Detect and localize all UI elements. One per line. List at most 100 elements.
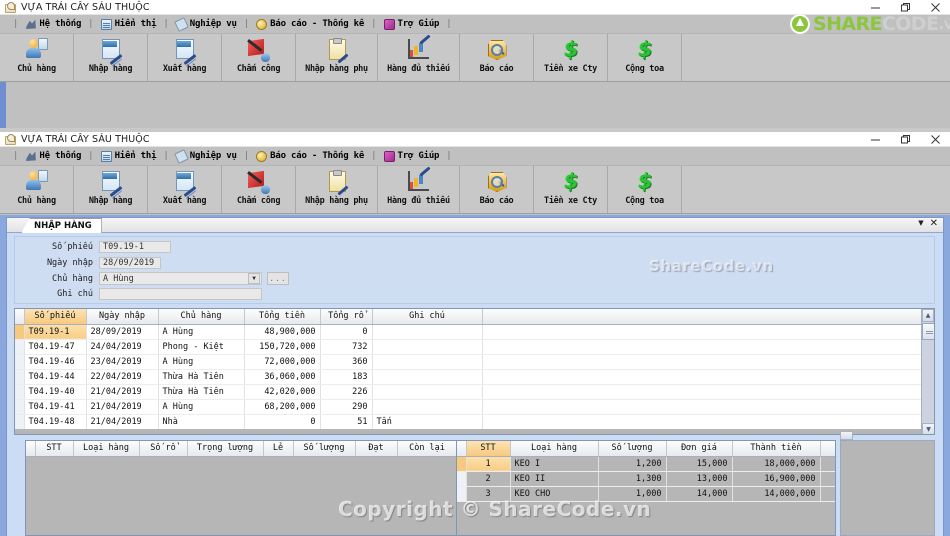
tab-nhap-hang[interactable]: NHẬP HÀNG <box>21 218 102 233</box>
col-so-phieu[interactable]: Số phiếu <box>24 309 87 325</box>
toolbar-button-hang-du-thieu[interactable]: Hàng đủ thiếu <box>378 34 460 81</box>
table-row[interactable]: T04.19-40 21/04/2019 Thừa Hà Tiên 42,020… <box>15 384 923 400</box>
menu-item-bao-cao-thong-ke[interactable]: Báo cáo - Thống kê <box>256 18 364 30</box>
menu-separator: | <box>88 151 94 161</box>
grid-main[interactable]: Số phiếu Ngày nhập Chủ hàng Tổng tiền Tổ… <box>15 309 923 430</box>
col-loai-hang[interactable]: Loại hàng <box>73 441 140 457</box>
toolbar-button-bao-cao[interactable]: Báo cáo <box>460 34 534 81</box>
browse-chu-hang-button[interactable]: ... <box>267 272 289 285</box>
row-marker[interactable] <box>15 399 25 415</box>
menu-item-bao-cao-thong-ke[interactable]: Báo cáo - Thống kê <box>256 150 364 162</box>
row-marker[interactable] <box>15 324 25 340</box>
minimize-icon[interactable] <box>860 132 890 147</box>
col-le[interactable]: Lẻ <box>263 441 294 457</box>
grid-right-header-row: STT Loại hàng Số lượng Đơn giá Thành tiề… <box>457 441 835 457</box>
menu-item-hien-thi[interactable]: Hiển thị <box>100 150 157 162</box>
toolbar-button-chu-hang[interactable]: Chủ hàng <box>0 166 74 213</box>
help-icon <box>383 18 395 30</box>
menu-item-tro-giup[interactable]: Trợ Giúp <box>383 18 439 30</box>
table-row[interactable]: 3 KEO CHO 1,000 14,000 14,000,000 <box>457 486 835 502</box>
table-row[interactable]: T04.19-48 21/04/2019 Nhà 0 51 Tấn <box>15 414 923 430</box>
col-dat[interactable]: Đạt <box>355 441 398 457</box>
toolbar-button-nhap-hang[interactable]: Nhập hàng <box>74 166 148 213</box>
col-stt[interactable]: STT <box>35 441 74 457</box>
table-row[interactable]: 1 KEO I 1,200 15,000 18,000,000 <box>457 456 835 472</box>
grid-left[interactable]: STT Loại hàng Số rổ Trọng lượng Lẻ Số lư… <box>26 441 477 457</box>
row-marker[interactable] <box>15 339 25 355</box>
close-icon[interactable]: ✕ <box>930 219 938 229</box>
col-so-luong[interactable]: Số lượng <box>293 441 356 457</box>
row-marker[interactable] <box>15 384 25 400</box>
input-so-phieu[interactable]: T09.19-1 <box>99 241 171 253</box>
toolbar-button-bao-cao[interactable]: Báo cáo <box>460 166 534 213</box>
toolbar-button-nhap-hang[interactable]: Nhập hàng <box>74 34 148 81</box>
menu-item-tro-giup[interactable]: Trợ Giúp <box>383 150 439 162</box>
cell-chu-hang: A Hùng <box>158 399 245 415</box>
col-tong-tien[interactable]: Tổng tiền <box>244 309 321 325</box>
cell-tong-tien: 36,060,000 <box>244 369 321 385</box>
scroll-up-icon[interactable]: ▲ <box>922 309 934 322</box>
menu-item-he-thong[interactable]: Hệ thống <box>25 151 81 162</box>
toolbar-button-nhap-hang-phu[interactable]: Nhập hàng phụ <box>296 34 378 81</box>
tab-label: NHẬP HÀNG <box>34 221 92 231</box>
row-marker-header <box>15 309 25 325</box>
col-tong-ro[interactable]: Tổng rổ <box>320 309 373 325</box>
menu-separator: | <box>371 19 377 29</box>
col-don-gia[interactable]: Đơn giá <box>666 441 733 457</box>
row-marker[interactable] <box>15 414 25 430</box>
menu-label: Hiển thị <box>114 19 157 29</box>
row-marker[interactable] <box>15 369 25 385</box>
row-marker[interactable] <box>457 456 467 472</box>
toolbar-button-cong-toa[interactable]: Cộng toa <box>608 34 682 81</box>
row-marker[interactable] <box>457 471 467 487</box>
cell-filler <box>482 354 923 370</box>
toolbar-button-nhap-hang-phu[interactable]: Nhập hàng phụ <box>296 166 378 213</box>
grid-right[interactable]: STT Loại hàng Số lượng Đơn giá Thành tiề… <box>457 441 835 502</box>
chevron-down-icon[interactable]: ▼ <box>918 219 923 228</box>
toolbar-button-xuat-hang[interactable]: Xuất hàng <box>148 34 222 81</box>
menu-item-nghiep-vu[interactable]: Nghiệp vụ <box>173 148 237 164</box>
scroll-down-icon[interactable]: ▼ <box>922 423 934 434</box>
col-thanh-tien[interactable]: Thành tiền <box>732 441 821 457</box>
col-loai-hang[interactable]: Loại hàng <box>510 441 599 457</box>
input-ngay-nhap[interactable]: 28/09/2019 <box>99 257 161 269</box>
input-ghi-chu[interactable] <box>99 288 262 300</box>
cell-tong-ro: 0 <box>320 324 373 340</box>
maximize-icon[interactable] <box>890 132 920 147</box>
toolbar-button-cham-cong[interactable]: Chấm công <box>222 34 296 81</box>
close-icon[interactable] <box>920 132 950 147</box>
table-row[interactable]: T04.19-41 21/04/2019 A Hùng 68,200,000 2… <box>15 399 923 415</box>
col-so-ro[interactable]: Số rổ <box>139 441 188 457</box>
grid-main-scrollbar[interactable]: ▲ ▼ <box>921 309 934 434</box>
col-trong-luong[interactable]: Trọng lượng <box>187 441 264 457</box>
toolbar-button-cham-cong[interactable]: Chấm công <box>222 166 296 213</box>
col-chu-hang[interactable]: Chủ hàng <box>158 309 245 325</box>
table-row[interactable]: T09.19-1 28/09/2019 A Hùng 48,900,000 0 <box>15 324 923 340</box>
combo-chu-hang[interactable]: A Hùng ▼ <box>99 272 262 285</box>
cell-so-luong: 1,200 <box>598 456 667 472</box>
col-ngay-nhap[interactable]: Ngày nhập <box>86 309 159 325</box>
table-row[interactable]: T04.19-47 24/04/2019 Phong - Kiệt 150,72… <box>15 339 923 355</box>
menu-item-he-thong[interactable]: Hệ thống <box>25 19 81 30</box>
col-con-lai[interactable]: Còn lại <box>397 441 458 457</box>
col-stt[interactable]: STT <box>466 441 511 457</box>
row-marker[interactable] <box>457 486 467 502</box>
toolbar-button-cong-toa[interactable]: Cộng toa <box>608 166 682 213</box>
row-marker[interactable] <box>15 354 25 370</box>
toolbar-button-hang-du-thieu[interactable]: Hàng đủ thiếu <box>378 166 460 213</box>
table-row[interactable]: T04.19-46 23/04/2019 A Hùng 72,000,000 3… <box>15 354 923 370</box>
col-so-luong[interactable]: Số lượng <box>598 441 667 457</box>
chevron-down-icon[interactable]: ▼ <box>248 273 260 284</box>
table-row[interactable]: T04.19-44 22/04/2019 Thừa Hà Tiên 36,060… <box>15 369 923 385</box>
scrollbar-thumb[interactable] <box>922 323 934 340</box>
menu-item-hien-thi[interactable]: Hiển thị <box>100 18 157 30</box>
toolbar-button-chu-hang[interactable]: Chủ hàng <box>0 34 74 81</box>
menu-item-nghiep-vu[interactable]: Nghiệp vụ <box>173 16 237 32</box>
col-ghi-chu[interactable]: Ghi chú <box>372 309 483 325</box>
detail-scroll-nub[interactable] <box>840 431 853 440</box>
toolbar-button-tien-xe-cty[interactable]: Tiền xe Cty <box>534 166 608 213</box>
toolbar-button-tien-xe-cty[interactable]: Tiền xe Cty <box>534 34 608 81</box>
toolbar-button-xuat-hang[interactable]: Xuất hàng <box>148 166 222 213</box>
window-main-titlebar[interactable]: VỰA TRÁI CÂY SÁU THUỘC <box>0 132 950 147</box>
table-row[interactable]: 2 KEO II 1,300 13,000 16,900,000 <box>457 471 835 487</box>
